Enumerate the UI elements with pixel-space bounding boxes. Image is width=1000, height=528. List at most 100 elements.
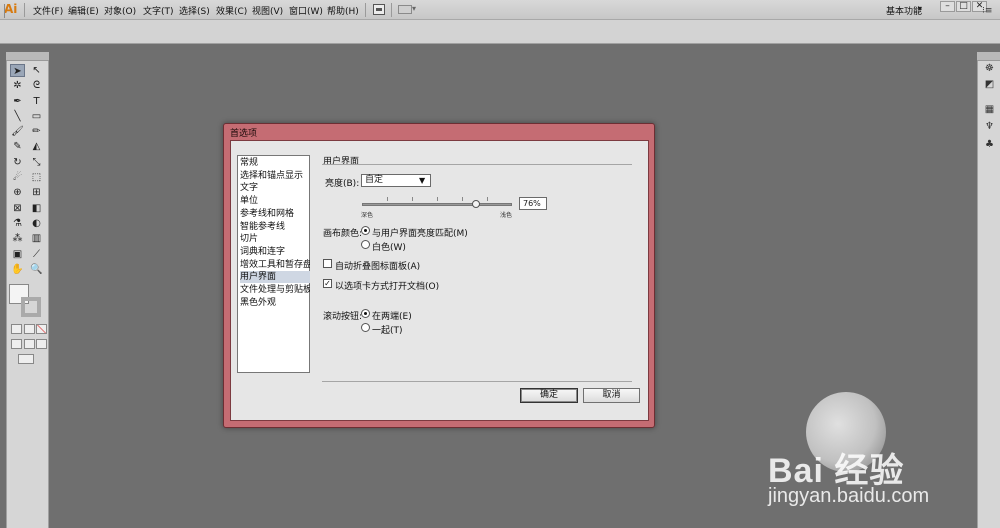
category-item[interactable]: 词典和连字	[240, 246, 310, 258]
gradient-tool[interactable]: ◧	[29, 202, 44, 215]
category-item[interactable]: 文字	[240, 182, 310, 194]
auto-collapse-checkbox[interactable]	[323, 259, 332, 268]
eraser-tool[interactable]: ◭	[29, 140, 44, 153]
watermark-url: jingyan.baidu.com	[768, 485, 930, 507]
color-panel-icon[interactable]: ☸	[983, 62, 996, 75]
brightness-value-field[interactable]: 76%	[519, 197, 547, 210]
bridge-icon[interactable]	[373, 4, 385, 15]
maximize-button[interactable]: □	[956, 1, 971, 12]
brightness-slider-thumb[interactable]	[472, 200, 480, 208]
symbol-sprayer-tool[interactable]: ⁂	[10, 232, 25, 245]
chevron-down-icon[interactable]: ▾	[918, 4, 922, 13]
zoom-tool[interactable]: 🔍	[29, 263, 44, 276]
menu-window[interactable]: 窗口(W)	[289, 4, 323, 17]
divider	[322, 381, 632, 382]
menu-view[interactable]: 视图(V)	[252, 4, 283, 17]
menu-type[interactable]: 文字(T)	[143, 4, 174, 17]
artboard-tool[interactable]: ▣	[10, 248, 25, 261]
color-mode-button[interactable]	[11, 324, 22, 334]
mesh-tool[interactable]: ⊠	[10, 202, 25, 215]
pencil-tool[interactable]: ✏	[29, 125, 44, 138]
perspective-grid-tool[interactable]: ⊞	[29, 186, 44, 199]
draw-behind-button[interactable]	[24, 339, 35, 349]
blend-tool[interactable]: ◐	[29, 217, 44, 230]
slice-tool[interactable]: ⟋	[29, 248, 44, 261]
category-item[interactable]: 常规	[240, 157, 310, 169]
blob-brush-tool[interactable]: ✎	[10, 140, 25, 153]
scroll-ends-radio[interactable]	[361, 309, 370, 318]
swatches-icon[interactable]: ▦	[983, 103, 996, 116]
dialog-title: 首选项	[230, 129, 258, 139]
arrange-documents-icon[interactable]	[398, 5, 412, 14]
canvas-match-radio[interactable]	[361, 226, 370, 235]
category-item[interactable]: 选择和锚点显示	[240, 170, 310, 182]
gradient-mode-button[interactable]	[24, 324, 35, 334]
category-item[interactable]: 参考线和网格	[240, 208, 310, 220]
screen-mode-button[interactable]	[18, 354, 34, 364]
slider-tick	[487, 197, 488, 201]
minimize-button[interactable]: –	[940, 1, 955, 12]
brushes-icon[interactable]: ♆	[983, 120, 996, 133]
category-item[interactable]: 文件处理与剪贴板	[240, 284, 310, 296]
menu-edit[interactable]: 编辑(E)	[68, 4, 99, 17]
cancel-button[interactable]: 取消	[583, 388, 640, 403]
symbols-icon[interactable]: ♣	[983, 138, 996, 151]
free-transform-tool[interactable]: ⬚	[29, 171, 44, 184]
slider-tick	[412, 197, 413, 201]
shape-builder-tool[interactable]: ⊕	[10, 186, 25, 199]
ok-button[interactable]: 确定	[520, 388, 578, 403]
control-bar-grip[interactable]	[4, 4, 5, 18]
open-as-tabs-label[interactable]: 以选项卡方式打开文档(O)	[335, 279, 439, 292]
paintbrush-tool[interactable]: 🖌	[10, 125, 25, 138]
category-item[interactable]: 黑色外观	[240, 297, 310, 309]
rotate-tool[interactable]: ↻	[10, 156, 25, 169]
brightness-slider[interactable]	[362, 203, 512, 206]
menu-separator	[391, 3, 392, 17]
canvas-white-label[interactable]: 白色(W)	[372, 240, 406, 253]
stroke-swatch[interactable]	[21, 297, 41, 317]
column-graph-tool[interactable]: ▥	[29, 232, 44, 245]
direct-selection-tool[interactable]: ↖	[29, 64, 44, 77]
chevron-down-icon[interactable]: ▼	[419, 174, 425, 187]
canvas-color-label: 画布颜色:	[323, 229, 363, 239]
panel-dock-header[interactable]	[977, 52, 1000, 61]
none-mode-button[interactable]	[36, 324, 47, 334]
category-item[interactable]: 用户界面	[240, 271, 310, 284]
tools-panel-header[interactable]	[6, 52, 49, 61]
canvas-match-label[interactable]: 与用户界面亮度匹配(M)	[372, 226, 468, 239]
draw-inside-button[interactable]	[36, 339, 47, 349]
category-item[interactable]: 智能参考线	[240, 221, 310, 233]
hand-tool[interactable]: ✋	[10, 263, 25, 276]
selection-tool[interactable]: ➤	[10, 64, 25, 77]
panel-menu-icon[interactable]: ⁝≡	[982, 6, 992, 16]
menu-file[interactable]: 文件(F)	[33, 4, 63, 17]
menu-select[interactable]: 选择(S)	[179, 4, 210, 17]
menu-separator	[365, 3, 366, 17]
color-guide-icon[interactable]: ◩	[983, 78, 996, 91]
scroll-together-radio[interactable]	[361, 323, 370, 332]
category-item[interactable]: 增效工具和暂存盘	[240, 259, 310, 271]
scroll-ends-label[interactable]: 在两端(E)	[372, 309, 412, 322]
scale-tool[interactable]: ⤡	[29, 156, 44, 169]
line-tool[interactable]: ╲	[10, 110, 25, 123]
draw-normal-button[interactable]	[11, 339, 22, 349]
category-item[interactable]: 单位	[240, 195, 310, 207]
pen-tool[interactable]: ✒	[10, 95, 25, 108]
eyedropper-tool[interactable]: ⚗	[10, 217, 25, 230]
menu-object[interactable]: 对象(O)	[104, 4, 136, 17]
auto-collapse-label[interactable]: 自动折叠图标面板(A)	[335, 259, 420, 272]
warp-tool[interactable]: ☄	[10, 171, 25, 184]
chevron-down-icon[interactable]: ▾	[412, 4, 416, 13]
control-bar	[0, 20, 1000, 44]
menu-help[interactable]: 帮助(H)	[327, 4, 359, 17]
magic-wand-tool[interactable]: ✲	[10, 79, 25, 92]
scroll-together-label[interactable]: 一起(T)	[372, 323, 403, 336]
open-as-tabs-checkbox[interactable]: ✓	[323, 279, 332, 288]
category-item[interactable]: 切片	[240, 233, 310, 245]
rectangle-tool[interactable]: ▭	[29, 110, 44, 123]
menu-effect[interactable]: 效果(C)	[216, 4, 247, 17]
lasso-tool[interactable]: ᘓ	[29, 79, 44, 92]
workspace-switcher[interactable]: 基本功能	[886, 4, 922, 17]
canvas-white-radio[interactable]	[361, 240, 370, 249]
type-tool[interactable]: T	[29, 95, 44, 108]
